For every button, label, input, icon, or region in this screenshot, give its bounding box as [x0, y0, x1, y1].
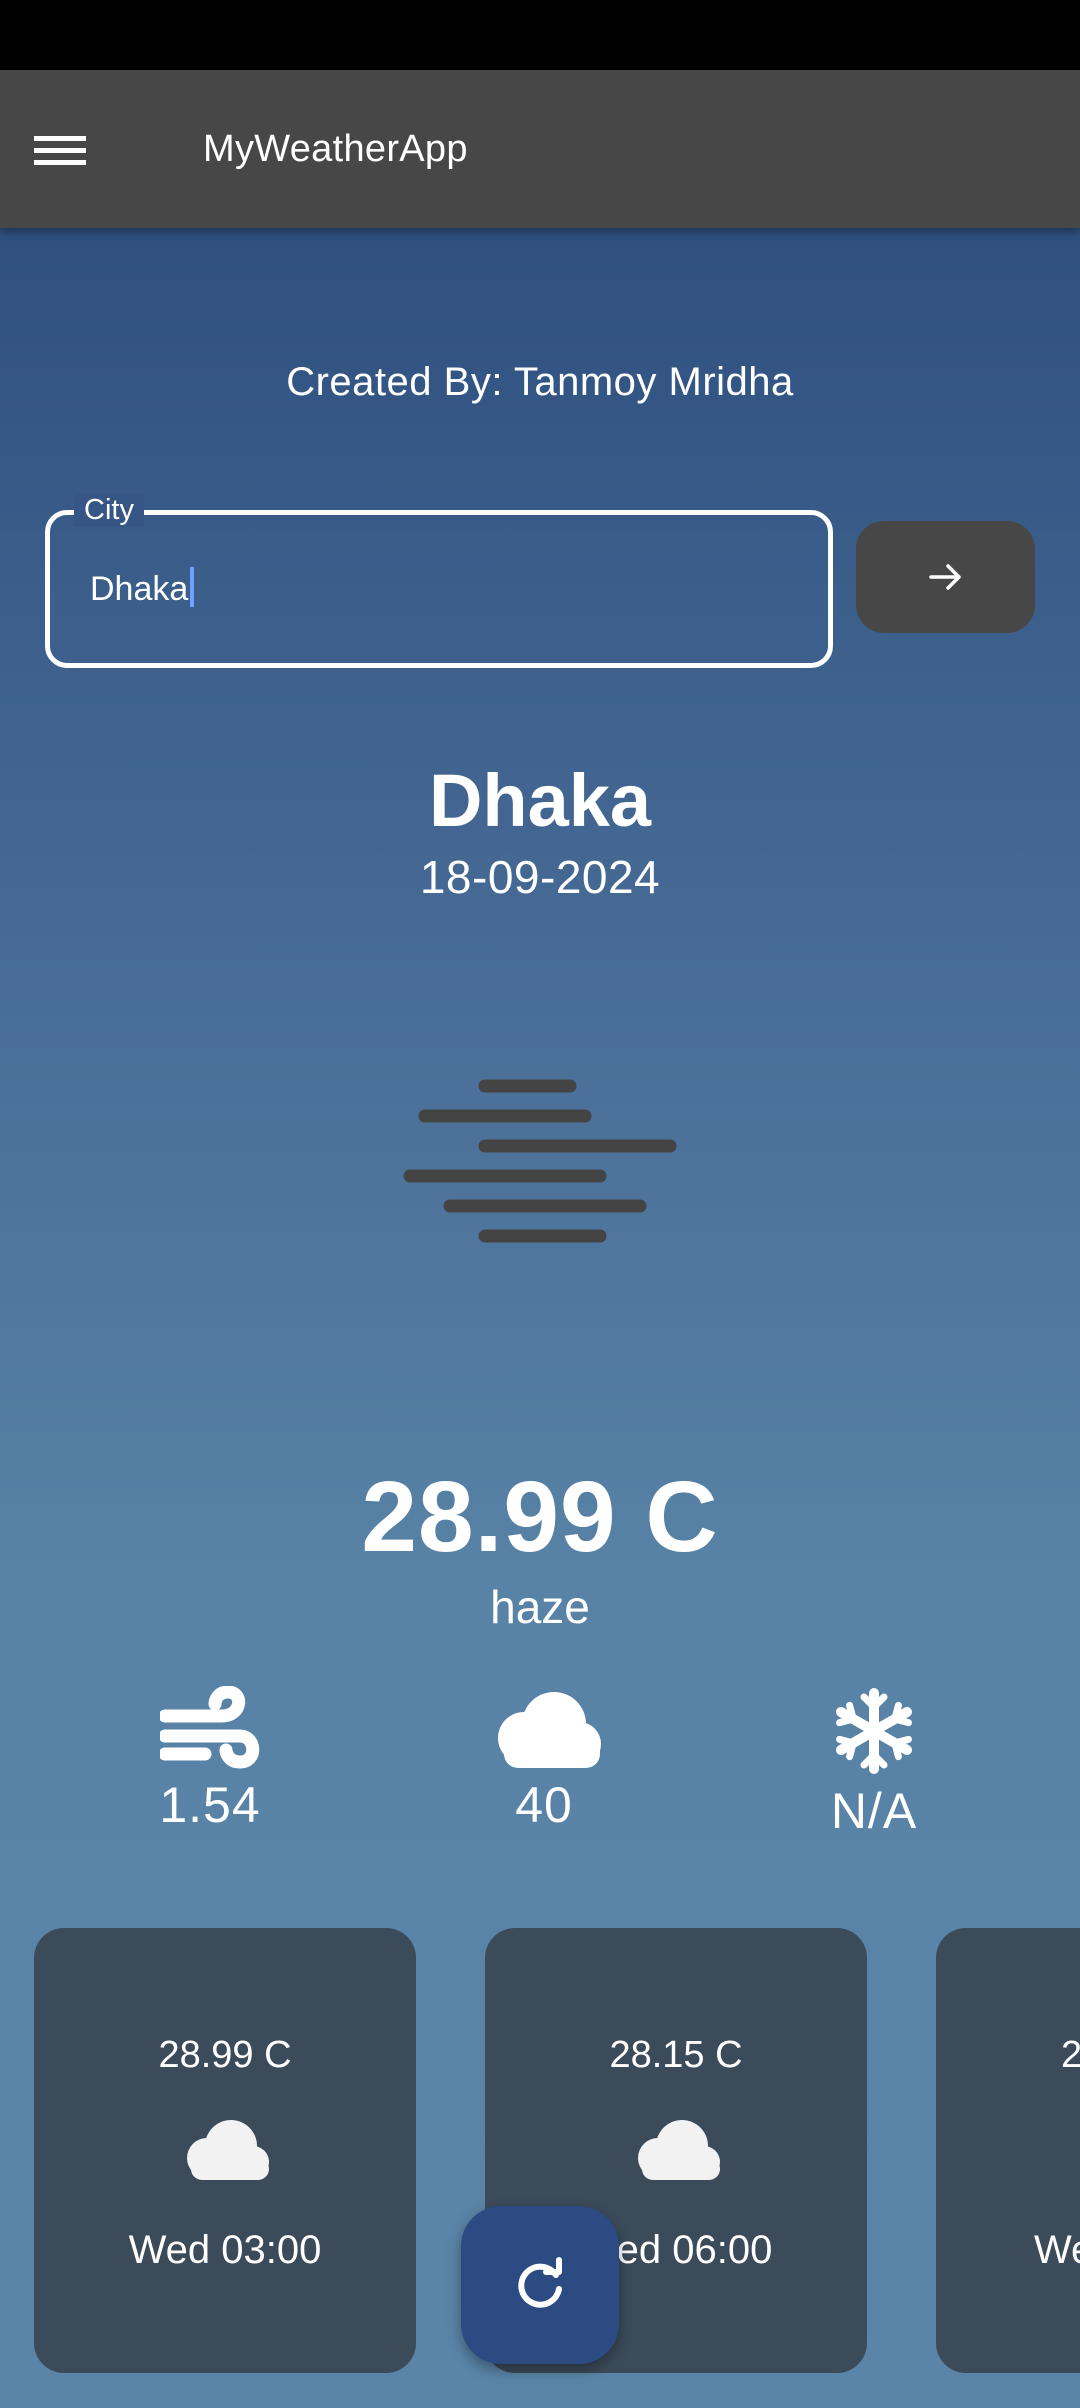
cloud-icon	[498, 1692, 601, 1768]
current-temperature: 28.99 C	[361, 1461, 719, 1573]
snowflake-icon	[836, 1688, 912, 1774]
forecast-time: We	[1034, 2228, 1080, 2272]
app-bar: MyWeatherApp	[0, 70, 1080, 228]
cloud-icon	[1074, 2118, 1080, 2182]
forecast-temperature: 28.15 C	[609, 2034, 743, 2076]
city-input-value[interactable]: Dhaka	[90, 567, 195, 609]
text-caret	[190, 567, 195, 607]
forecast-card[interactable]: 2 We	[936, 1928, 1080, 2373]
cloud-icon	[638, 2120, 720, 2180]
snow-stat: N/A	[754, 1686, 994, 1840]
forecast-temperature: 28.99 C	[158, 2034, 292, 2076]
search-submit-button[interactable]	[856, 521, 1035, 633]
status-bar	[0, 0, 1080, 70]
cloudiness-value: 40	[515, 1777, 573, 1833]
refresh-button[interactable]	[461, 2206, 619, 2364]
cloud-stat: 40	[424, 1686, 664, 1834]
city-input-label: City	[74, 493, 144, 527]
main-content[interactable]: Created By: Tanmoy Mridha City Dhaka Dha…	[0, 228, 1080, 2408]
forecast-temperature: 2	[1061, 2034, 1080, 2076]
forecast-card[interactable]: 28.99 C Wed 03:00	[34, 1928, 416, 2373]
city-input[interactable]: City Dhaka	[45, 493, 833, 668]
credit-text: Created By: Tanmoy Mridha	[286, 360, 794, 404]
wind-stat: 1.54	[90, 1686, 330, 1834]
weather-description: haze	[490, 1581, 590, 1633]
app-title: MyWeatherApp	[203, 128, 468, 170]
cloud-icon	[187, 2120, 269, 2180]
forecast-time: Wed 03:00	[128, 2228, 322, 2272]
haze-icon	[403, 1079, 677, 1243]
hamburger-menu-icon[interactable]	[34, 110, 124, 190]
wind-speed-value: 1.54	[159, 1777, 261, 1833]
snow-value: N/A	[830, 1783, 918, 1839]
current-date: 18-09-2024	[419, 851, 661, 903]
arrow-right-icon	[929, 564, 961, 590]
city-name: Dhaka	[428, 759, 652, 842]
refresh-icon	[518, 2257, 562, 2308]
wind-icon	[160, 1686, 260, 1769]
